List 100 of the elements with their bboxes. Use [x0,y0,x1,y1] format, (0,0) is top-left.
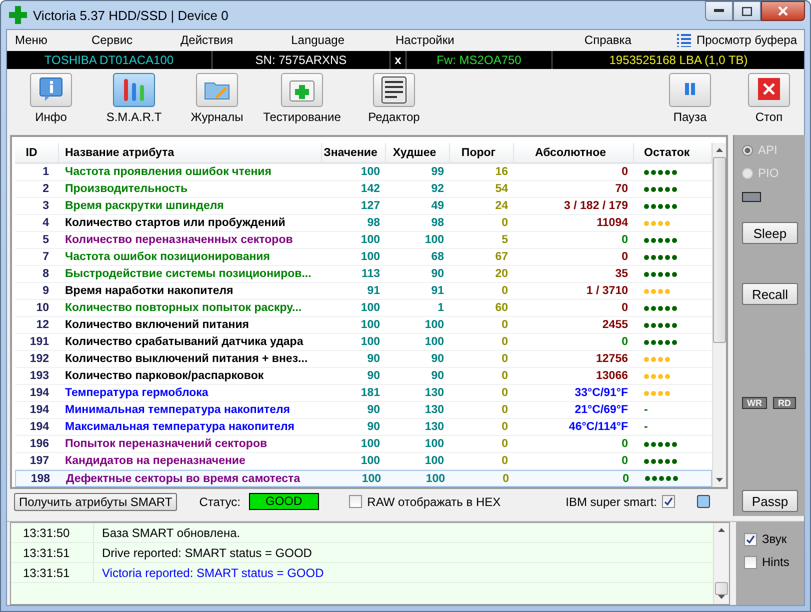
checkbox[interactable] [744,532,757,546]
scrollbar[interactable] [712,143,726,487]
table-cell-text: 49 [430,200,445,212]
column-header[interactable]: Порог [450,143,514,162]
column-header[interactable]: Значение [322,143,386,162]
status-label: Статус: [199,494,240,508]
checkbox[interactable] [662,495,675,508]
table-row[interactable]: 2 Производительность 142 92 54 70 [15,181,712,198]
toolbar-button[interactable]: Редактор [359,73,429,124]
radio-button[interactable] [742,168,753,178]
radio-button[interactable] [742,144,753,156]
menu-item[interactable]: Language [288,33,348,47]
table-cell-text: 90 [366,370,381,382]
column-header[interactable]: ID [15,143,59,162]
table-row[interactable]: 196 Попыток переназначений секторов 100 100 0 0 [15,436,712,453]
table-cell-text: Время раскрутки шпинделя [64,200,225,212]
checkbox-label: Звук [762,532,787,546]
table-cell-text: 100 [360,302,381,314]
scrollbar[interactable] [713,523,729,604]
scroll-thumb[interactable] [715,582,728,595]
side-button[interactable]: Passp [742,490,798,512]
table-row[interactable]: 3 Время раскрутки шпинделя 127 49 24 3 / 182 / 179 [15,198,712,215]
toolbar-button[interactable]: Стоп [740,73,798,124]
table-row[interactable]: 12 Количество включений питания 100 100 0 2455 [15,317,712,334]
table-row[interactable]: 5 Количество переназначенных секторов 100 100 5 0 [15,232,712,249]
table-cell-text: Частота проявления ошибок чтения [64,166,272,178]
table-cell-text: 92 [430,183,445,195]
menu-item[interactable]: Меню [12,33,50,47]
indicator-label: WR [742,397,767,409]
close-button[interactable] [761,1,805,21]
table-row[interactable]: 9 Время наработки накопителя 91 91 0 1 / 3710 [15,283,712,300]
buffer-view-button[interactable]: Просмотр буфера [674,33,800,47]
table-cell-text: 0 [500,387,509,399]
side-button[interactable]: Recall [742,283,798,305]
toolbar-button[interactable]: S.M.A.R.T [102,73,166,124]
table-cell-text: 100 [424,472,446,484]
maximize-button[interactable] [733,1,761,21]
table-row[interactable]: 4 Количество стартов или пробуждений 98 98 0 11094 [15,215,712,232]
menu-item[interactable]: Действия [178,33,236,47]
scroll-up-icon[interactable] [716,148,723,152]
table-cell-text: 100 [360,472,382,484]
table-cell-text: 99 [430,166,445,178]
table-cell-text: 98 [430,217,445,229]
document-lines-icon [380,75,408,105]
scroll-up-icon[interactable] [718,528,725,532]
table-cell-text: Частота ошибок позиционирования [64,251,271,263]
table-cell-text: 0 [500,404,509,416]
table-row[interactable]: 1 Частота проявления ошибок чтения 100 99 16 0 [15,164,712,181]
table-cell-text: 33°C/91°F [574,387,629,399]
table-cell-text: 70 [614,183,629,195]
menu-item[interactable]: Настройки [392,33,458,47]
table-cell-text: 0 [620,302,629,314]
table-cell-text: 90 [430,268,445,280]
column-header[interactable]: Худшее [386,143,450,162]
table-cell-text: 67 [494,251,509,263]
close-drive-button[interactable]: x [391,51,407,69]
table-cell-text: 100 [424,336,445,348]
table-cell-text: - [643,421,649,433]
table-cell-text: 130 [424,404,445,416]
table-row[interactable]: 191 Количество срабатываний датчика удара 100 100 0 0 [15,334,712,351]
table-row[interactable]: 8 Быстродействие системы позициониров... 113 90 20 35 [15,266,712,283]
minimize-button[interactable] [705,1,733,21]
table-cell-text: 100 [360,251,381,263]
table-cell-text: 90 [366,421,381,433]
scroll-thumb[interactable] [713,157,726,343]
table-row[interactable]: 193 Количество парковок/распарковок 90 90 0 13066 [15,368,712,385]
table-cell-text: 100 [424,455,445,467]
column-header[interactable]: Абсолютное [514,143,634,162]
table-row[interactable]: 194 Температура гермоблока 181 130 0 33°C/91°F [15,385,712,402]
log-message: База SMART обновлена. [101,526,240,540]
scroll-down-icon[interactable] [716,478,723,482]
table-cell-text: 35 [614,268,629,280]
table-cell-text: 10 [35,302,50,314]
side-button[interactable]: Sleep [742,222,798,244]
toolbar-button[interactable]: Журналы [185,73,249,124]
menu-item[interactable]: Сервис [88,33,136,47]
table-row[interactable]: 7 Частота ошибок позиционирования 100 68 67 0 [15,249,712,266]
get-smart-button[interactable]: Получить атрибуты SMART [14,492,178,510]
table-row[interactable]: 10 Количество повторных попыток раскру... 100 1 60 0 [15,300,712,317]
table-cell-text: Количество парковок/распарковок [64,370,265,382]
table-cell-text: 3 / 182 / 179 [563,200,629,212]
checkbox[interactable] [349,495,362,508]
table-row[interactable]: 194 Минимальная температура накопителя 90 130 0 21°C/69°F - [15,402,712,419]
toolbar-button[interactable]: Пауза [658,73,722,124]
checkbox[interactable] [744,556,757,568]
toolbar-button[interactable]: Тестирование [260,73,344,124]
column-header[interactable]: Название атрибута [59,143,322,162]
table-row[interactable]: 192 Количество выключений питания + внез... 90 90 0 12756 [15,351,712,368]
table-row[interactable]: 198 Дефектные секторы во время самотеста 100 100 0 0 [15,470,712,487]
table-cell-text: 142 [360,183,381,195]
table-cell-text: 0 [500,353,509,365]
menu-item[interactable]: Справка [581,33,634,47]
table-cell-text: 90 [366,353,381,365]
table-cell-text: 192 [28,353,50,365]
table-cell-text: 1 [436,302,445,314]
table-cell-text: Количество переназначенных секторов [64,234,294,246]
table-row[interactable]: 194 Максимальная температура накопителя 90 130 0 46°C/114°F - [15,419,712,436]
table-cell-text: 198 [30,472,51,484]
table-cell-text: 100 [360,166,381,178]
toolbar-button[interactable]: Инфо [19,73,83,124]
